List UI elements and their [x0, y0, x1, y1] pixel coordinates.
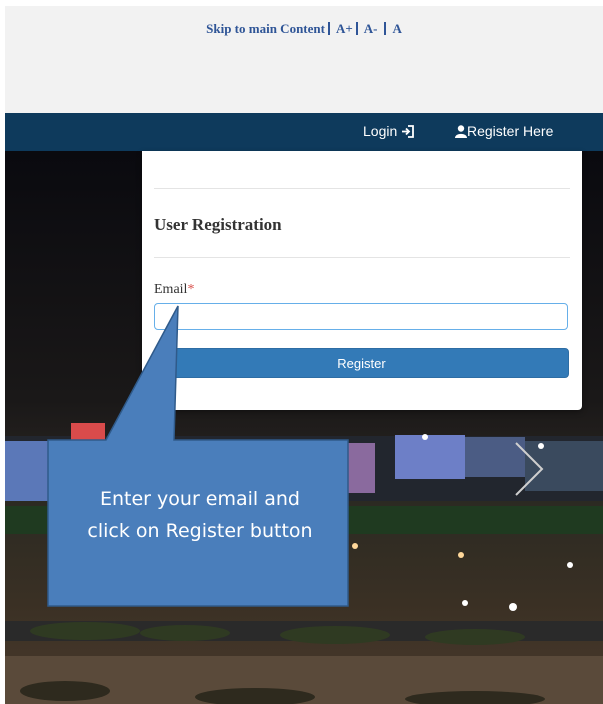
email-label: Email*	[154, 282, 194, 298]
separator	[327, 22, 330, 35]
callout-text: Enter your email and click on Register b…	[52, 483, 348, 547]
page-title: User Registration	[154, 215, 282, 234]
chevron-right-icon[interactable]	[508, 439, 548, 499]
login-label: Login	[363, 123, 398, 139]
font-increase-link[interactable]: A+	[336, 21, 353, 36]
divider	[154, 257, 570, 258]
font-reset-link[interactable]: A	[392, 21, 401, 36]
login-link[interactable]: Login	[363, 123, 415, 139]
skip-to-main-content-link[interactable]: Skip to main Content	[206, 21, 325, 36]
email-field[interactable]	[154, 303, 568, 330]
sign-in-icon	[402, 125, 415, 138]
font-decrease-link[interactable]: A-	[364, 21, 378, 36]
divider	[154, 188, 570, 189]
separator	[355, 22, 358, 35]
register-here-label: Register Here	[467, 123, 554, 139]
email-label-text: Email	[154, 282, 188, 297]
accessibility-links: Skip to main Content A+ A- A	[5, 21, 603, 37]
user-icon	[455, 125, 467, 138]
top-navbar: Login Register Here	[5, 113, 603, 151]
callout-line-2: click on Register button	[87, 520, 313, 542]
register-here-link[interactable]: Register Here	[455, 123, 553, 139]
accessibility-bar: Skip to main Content A+ A- A	[5, 6, 603, 113]
separator	[384, 22, 387, 35]
required-mark: *	[187, 282, 195, 297]
registration-card: User Registration Email* Register	[142, 151, 582, 410]
callout-line-1: Enter your email and	[100, 488, 300, 510]
register-button[interactable]: Register	[154, 348, 569, 378]
